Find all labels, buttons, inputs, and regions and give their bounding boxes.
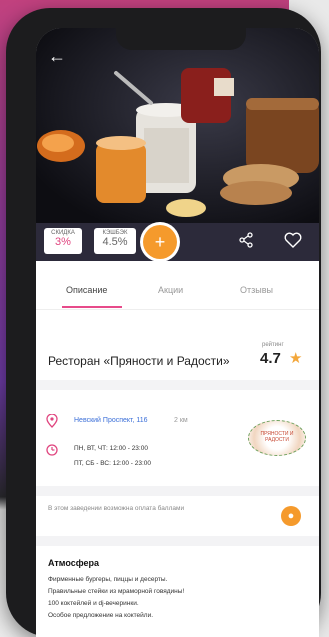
rating-label: рейтинг: [262, 342, 284, 348]
points-text: В этом заведении возможна оплата баллами: [48, 505, 185, 512]
divider: [36, 486, 319, 496]
title-block: Ресторан «Пряности и Радости» рейтинг 4.…: [36, 318, 319, 378]
add-button[interactable]: +: [143, 225, 177, 259]
discount-value: 3%: [55, 236, 71, 248]
back-arrow-icon[interactable]: ←: [48, 46, 66, 67]
divider: [36, 380, 319, 390]
atmosphere-line: 100 коктейлей и dj-вечеринки.: [48, 600, 139, 607]
distance: 2 км: [174, 417, 188, 424]
divider: [36, 536, 319, 546]
tab-description[interactable]: Описание: [66, 285, 107, 295]
phone-notch: [116, 28, 246, 50]
app-screen: ← СКИДКА 3% КЭШБЭК 4.5% + Описание Акции…: [36, 28, 319, 637]
clock-icon: [46, 444, 58, 459]
hours-weekdays: ПН, ВТ, ЧТ: 12:00 - 23:00: [74, 445, 148, 452]
share-icon[interactable]: [238, 232, 254, 253]
logo-text: ПРЯНОСТИ И РАДОСТИ: [260, 431, 294, 443]
location-pin-icon: [46, 413, 58, 431]
info-block: Невский Проспект, 116 2 км ПН, ВТ, ЧТ: 1…: [36, 396, 319, 486]
points-block: В этом заведении возможна оплата баллами…: [36, 496, 319, 536]
phone-frame: ← СКИДКА 3% КЭШБЭК 4.5% + Описание Акции…: [6, 8, 321, 637]
restaurant-logo: ПРЯНОСТИ И РАДОСТИ: [248, 420, 306, 456]
tab-promotions[interactable]: Акции: [158, 285, 183, 295]
tab-bar: Описание Акции Отзывы: [36, 273, 319, 310]
cashback-value: 4.5%: [102, 236, 128, 248]
hours-weekend: ПТ, СБ - ВС: 12:00 - 23:00: [74, 460, 152, 467]
points-coin-icon: ●: [281, 506, 301, 526]
atmosphere-line: Правильные стейки из мраморной говядины!: [48, 588, 185, 595]
cashback-badge: КЭШБЭК 4.5%: [94, 228, 136, 254]
atmosphere-title: Атмосфера: [48, 558, 99, 568]
hero-image: [36, 28, 319, 223]
heart-icon[interactable]: [284, 232, 302, 253]
tab-underline: [62, 306, 122, 308]
rating-value: 4.7: [260, 350, 281, 367]
tab-reviews[interactable]: Отзывы: [240, 285, 273, 295]
atmosphere-block: Атмосфера Фирменные бургеры, пиццы и дес…: [36, 546, 319, 637]
atmosphere-line: Фирменные бургеры, пиццы и десерты.: [48, 576, 168, 583]
address-link[interactable]: Невский Проспект, 116: [74, 417, 148, 424]
restaurant-name: Ресторан «Пряности и Радости»: [48, 354, 230, 368]
atmosphere-line: Особое предложение на коктейли.: [48, 612, 154, 619]
star-icon: ★: [289, 350, 303, 367]
discount-badge: СКИДКА 3%: [44, 228, 82, 254]
